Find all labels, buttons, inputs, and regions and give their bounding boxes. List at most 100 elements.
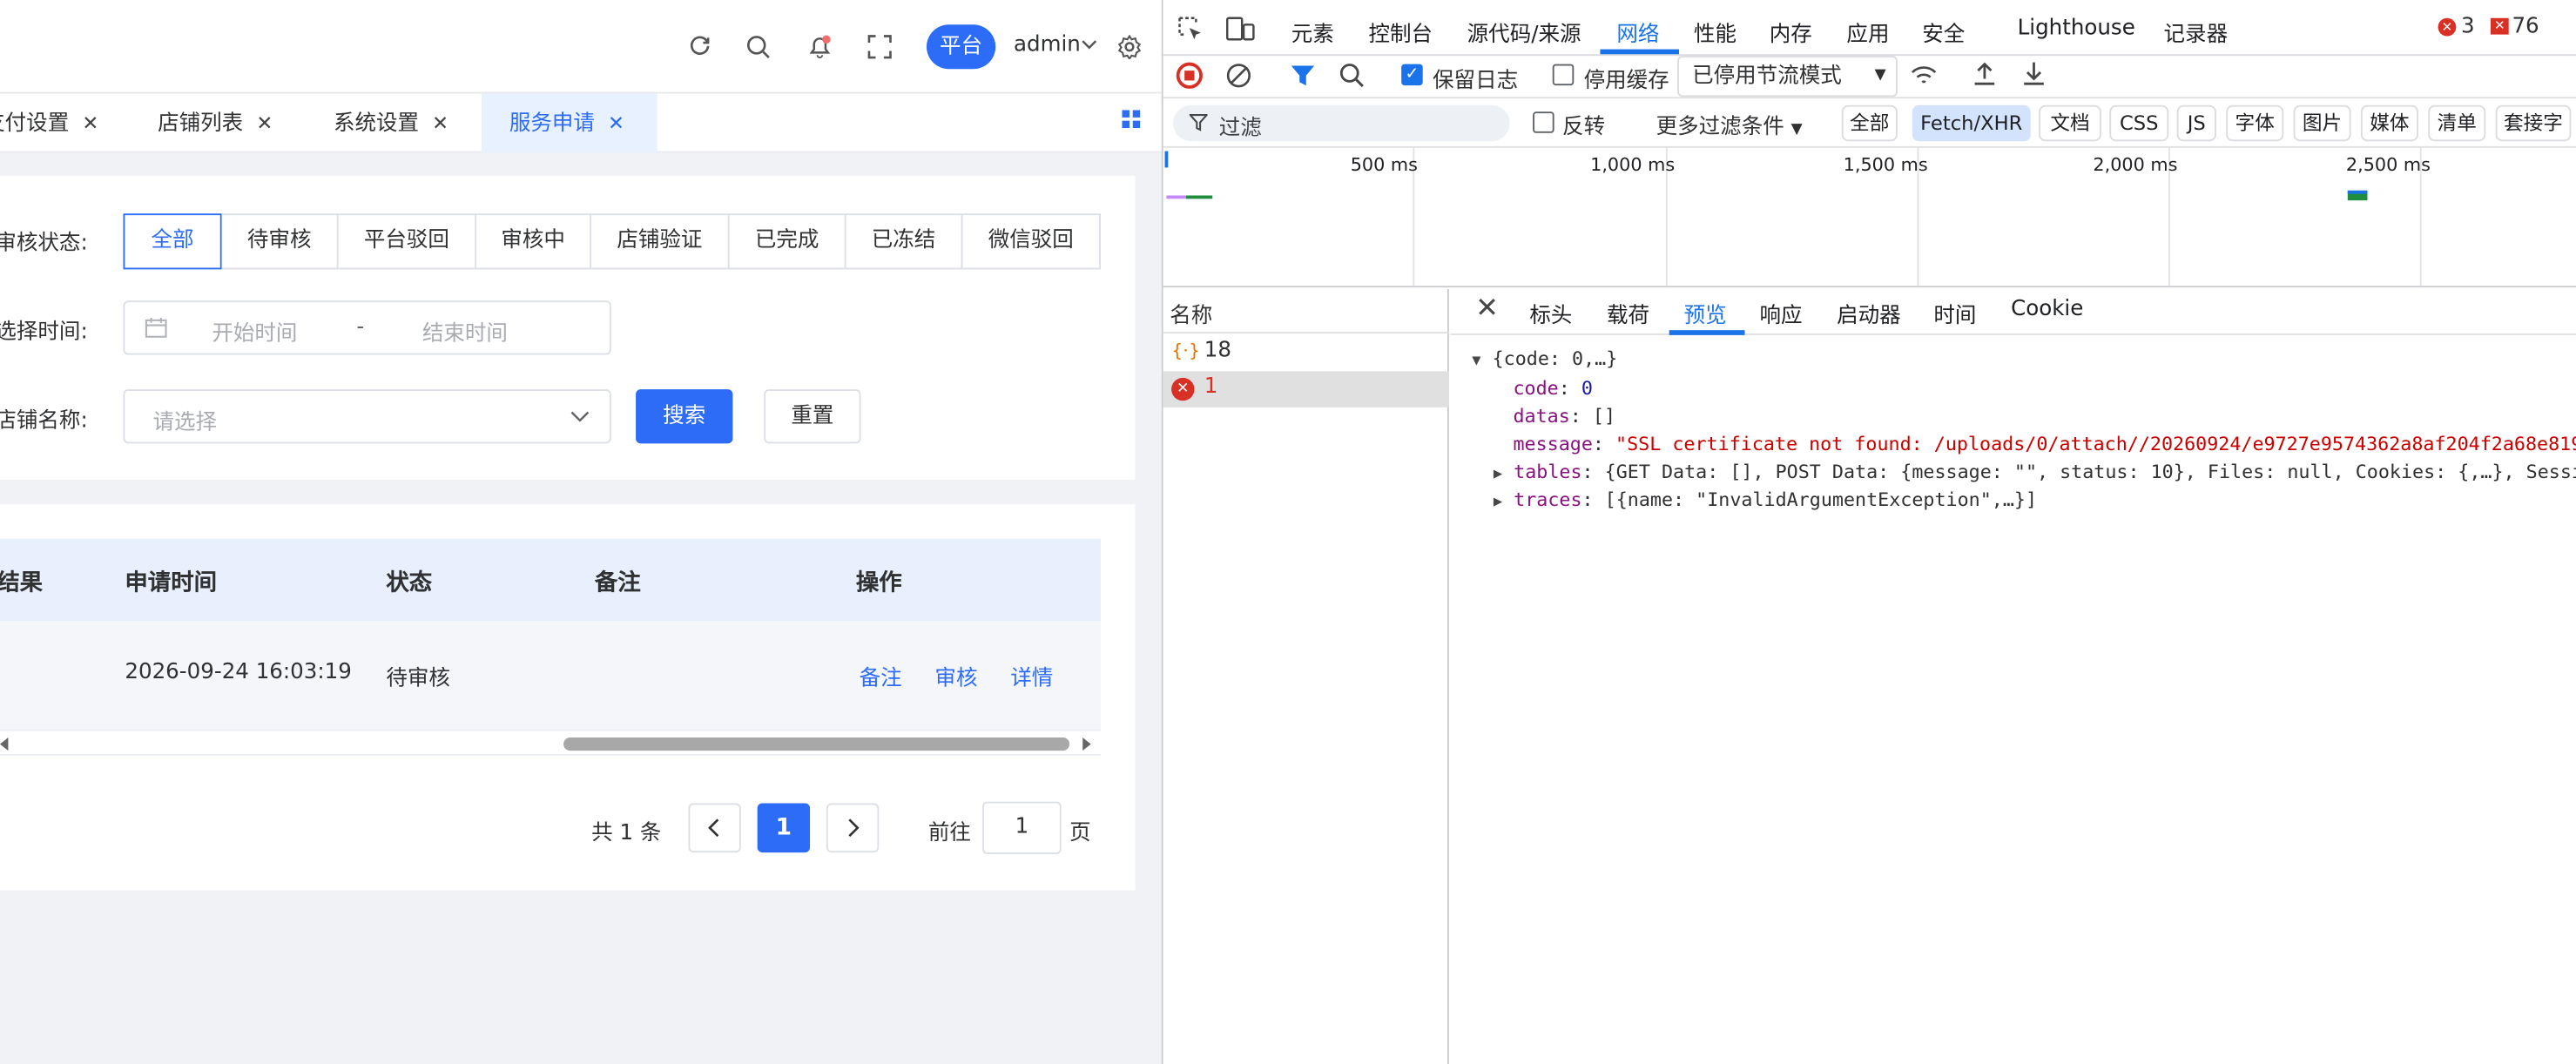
user-name[interactable]: admin bbox=[1014, 33, 1081, 57]
col-header-status: 状态 bbox=[386, 569, 433, 596]
search-icon[interactable] bbox=[1339, 63, 1365, 89]
type-chip-js[interactable]: JS bbox=[2176, 104, 2216, 142]
type-chip-all[interactable]: 全部 bbox=[1841, 104, 1898, 142]
detail-tab-response[interactable]: 响应 bbox=[1759, 297, 1802, 328]
reset-button[interactable]: 重置 bbox=[764, 389, 861, 444]
devtools-tab-sources[interactable]: 源代码/来源 bbox=[1467, 17, 1581, 47]
upload-icon[interactable] bbox=[1973, 61, 1996, 87]
devtools-tab-application[interactable]: 应用 bbox=[1846, 17, 1889, 47]
close-icon[interactable]: ✕ bbox=[256, 111, 273, 134]
apply-time-cell: 2026-09-24 16:03:19 bbox=[125, 660, 352, 685]
status-option-shop-verify[interactable]: 店铺验证 bbox=[591, 213, 730, 270]
name-column-header[interactable]: 名称 bbox=[1163, 289, 1449, 333]
scrollbar-thumb[interactable] bbox=[563, 737, 1070, 751]
json-field-tables[interactable]: ▶ tables: {GET Data: [], POST Data: {mes… bbox=[1494, 460, 2576, 482]
detail-tab-payload[interactable]: 载荷 bbox=[1607, 297, 1649, 328]
detail-tab-cookies[interactable]: Cookie bbox=[2011, 297, 2083, 321]
search-button[interactable]: 搜索 bbox=[636, 389, 733, 444]
device-toolbar-icon[interactable] bbox=[1225, 17, 1255, 41]
filter-input[interactable]: 过滤 bbox=[1172, 104, 1510, 142]
devtools-tab-recorder[interactable]: 记录器 bbox=[2164, 17, 2229, 47]
review-link[interactable]: 审核 bbox=[934, 660, 977, 691]
devtools-tab-performance[interactable]: 性能 bbox=[1694, 17, 1736, 47]
error-count[interactable]: 3 bbox=[2461, 15, 2475, 39]
stop-recording-icon[interactable] bbox=[1176, 62, 1203, 89]
devtools-tab-console[interactable]: 控制台 bbox=[1368, 17, 1433, 47]
grid-menu-icon[interactable] bbox=[1122, 110, 1141, 129]
prev-page-button[interactable] bbox=[688, 803, 741, 853]
inspect-element-icon[interactable] bbox=[1178, 17, 1204, 41]
gear-icon[interactable] bbox=[1117, 34, 1142, 59]
preserve-log-checkbox[interactable]: ✓ bbox=[1401, 64, 1423, 86]
type-chip-manifest[interactable]: 清单 bbox=[2428, 104, 2486, 142]
detail-tab-initiator[interactable]: 启动器 bbox=[1837, 297, 1901, 328]
devtools-tab-lighthouse[interactable]: Lighthouse bbox=[2018, 17, 2135, 41]
clear-icon[interactable] bbox=[1225, 63, 1251, 89]
status-option-all[interactable]: 全部 bbox=[123, 213, 222, 270]
remark-link[interactable]: 备注 bbox=[860, 660, 902, 691]
network-conditions-icon[interactable] bbox=[1911, 63, 1940, 89]
close-icon[interactable]: ✕ bbox=[432, 111, 448, 134]
devtools-tab-security[interactable]: 安全 bbox=[1922, 17, 1965, 47]
type-chip-font[interactable]: 字体 bbox=[2226, 104, 2284, 142]
type-chip-css[interactable]: CSS bbox=[2109, 104, 2169, 142]
chevron-down-icon[interactable] bbox=[1081, 39, 1097, 52]
timeline-request-bar bbox=[1186, 195, 1213, 199]
type-chip-fetch-xhr[interactable]: Fetch/XHR bbox=[1912, 104, 2031, 142]
status-option-reviewing[interactable]: 审核中 bbox=[476, 213, 592, 270]
detail-tab-timing[interactable]: 时间 bbox=[1933, 297, 1976, 328]
status-option-frozen[interactable]: 已冻结 bbox=[846, 213, 963, 270]
horizontal-scrollbar[interactable] bbox=[0, 729, 1101, 756]
devtools-tab-elements[interactable]: 元素 bbox=[1291, 17, 1334, 47]
more-filters-dropdown[interactable]: 更多过滤条件 ▼ bbox=[1656, 109, 1803, 139]
close-icon[interactable]: ✕ bbox=[1475, 293, 1499, 326]
json-field-traces[interactable]: ▶ traces: [{name: "InvalidArgumentExcept… bbox=[1494, 488, 2037, 510]
shop-select[interactable]: 请选择 bbox=[123, 389, 611, 444]
request-row[interactable]: {·} 18 bbox=[1163, 335, 1449, 372]
json-key: datas bbox=[1513, 404, 1570, 428]
filter-icon[interactable] bbox=[1290, 63, 1316, 89]
type-chip-media[interactable]: 媒体 bbox=[2360, 104, 2418, 142]
devtools-tab-network[interactable]: 网络 bbox=[1616, 17, 1659, 47]
download-icon[interactable] bbox=[2022, 61, 2045, 87]
next-page-button[interactable] bbox=[826, 803, 880, 853]
detail-tab-headers[interactable]: 标头 bbox=[1529, 297, 1572, 328]
start-time-placeholder[interactable]: 开始时间 bbox=[212, 315, 297, 347]
throttle-select[interactable]: 已停用节流模式 ▼ bbox=[1677, 56, 1898, 98]
json-root-node[interactable]: ▼ {code: 0,…} bbox=[1472, 347, 1617, 369]
tab-shop-list[interactable]: 店铺列表 ✕ bbox=[158, 94, 306, 153]
tab-payment-settings[interactable]: 支付设置 ✕ bbox=[0, 94, 115, 153]
refresh-icon[interactable] bbox=[688, 35, 711, 57]
tab-service-application[interactable]: 服务申请 ✕ bbox=[481, 93, 657, 153]
platform-badge[interactable]: 平台 bbox=[926, 24, 996, 70]
type-chip-img[interactable]: 图片 bbox=[2293, 104, 2351, 142]
fullscreen-icon[interactable] bbox=[867, 35, 892, 59]
goto-page-input[interactable]: 1 bbox=[982, 801, 1062, 854]
issues-count[interactable]: 76 bbox=[2512, 15, 2539, 39]
invert-checkbox[interactable] bbox=[1533, 111, 1554, 133]
request-row-selected[interactable]: ✕ 1 bbox=[1163, 371, 1449, 407]
filter-placeholder: 过滤 bbox=[1218, 116, 1262, 142]
date-range-input[interactable]: 开始时间 - 结束时间 bbox=[123, 300, 611, 355]
status-option-platform-rejected[interactable]: 平台驳回 bbox=[338, 213, 477, 270]
search-icon[interactable] bbox=[745, 35, 770, 59]
page-number-current[interactable]: 1 bbox=[757, 803, 811, 853]
close-icon[interactable]: ✕ bbox=[608, 111, 624, 134]
disable-cache-checkbox[interactable] bbox=[1552, 64, 1575, 86]
scroll-right-arrow[interactable] bbox=[1082, 737, 1091, 751]
status-option-completed[interactable]: 已完成 bbox=[729, 213, 846, 270]
scroll-left-arrow[interactable] bbox=[0, 737, 9, 751]
details-link[interactable]: 详情 bbox=[1010, 660, 1053, 691]
detail-tab-preview[interactable]: 预览 bbox=[1684, 297, 1727, 328]
status-option-wechat-rejected[interactable]: 微信驳回 bbox=[962, 213, 1101, 270]
end-time-placeholder[interactable]: 结束时间 bbox=[422, 315, 508, 347]
notification-bell-icon[interactable] bbox=[806, 33, 833, 59]
status-option-pending[interactable]: 待审核 bbox=[221, 213, 339, 270]
throttle-value: 已停用节流模式 bbox=[1692, 64, 1842, 89]
type-chip-doc[interactable]: 文档 bbox=[2039, 104, 2101, 142]
devtools-tab-memory[interactable]: 内存 bbox=[1770, 17, 1812, 47]
caret-right-icon: ▶ bbox=[1493, 494, 1503, 511]
tab-system-settings[interactable]: 系统设置 ✕ bbox=[334, 94, 482, 153]
type-chip-socket[interactable]: 套接字 bbox=[2495, 104, 2572, 142]
close-icon[interactable]: ✕ bbox=[82, 111, 98, 134]
